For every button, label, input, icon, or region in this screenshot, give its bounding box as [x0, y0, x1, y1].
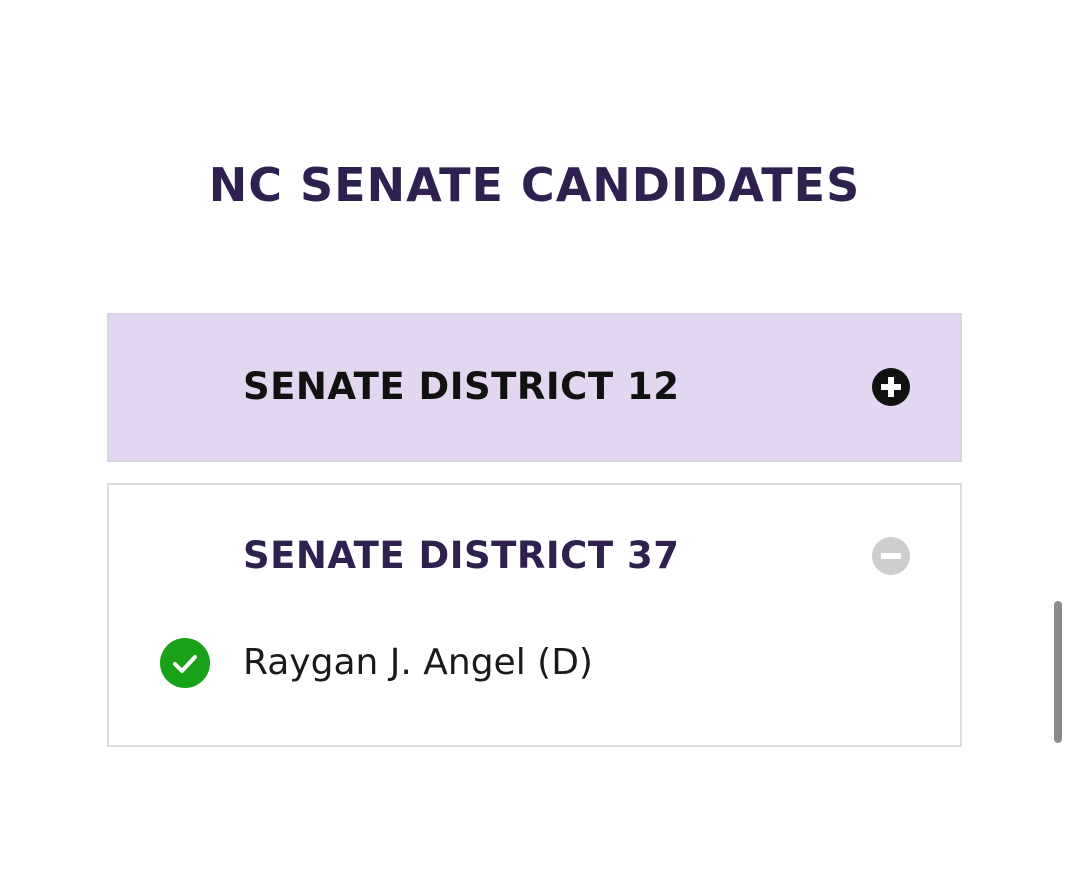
accordion-header-senate-district-37[interactable]: SENATE DISTRICT 37 — [109, 485, 960, 625]
accordion-item-senate-district-12: SENATE DISTRICT 12 — [107, 313, 962, 462]
accordion-header-senate-district-12[interactable]: SENATE DISTRICT 12 — [109, 315, 960, 461]
minus-circle-icon[interactable] — [871, 536, 911, 576]
check-circle-icon — [160, 638, 210, 688]
accordion-title: SENATE DISTRICT 12 — [243, 365, 680, 408]
page: NC SENATE CANDIDATES SENATE DISTRICT 12 … — [0, 0, 1069, 885]
candidate-row: Raygan J. Angel (D) — [159, 637, 859, 689]
accordion-item-senate-district-37: SENATE DISTRICT 37 Raygan J. Angel (D) — [107, 483, 962, 747]
plus-circle-icon[interactable] — [871, 367, 911, 407]
page-title: NC SENATE CANDIDATES — [208, 158, 861, 212]
scrollbar-thumb[interactable] — [1054, 601, 1062, 743]
accordion-title: SENATE DISTRICT 37 — [243, 534, 680, 577]
candidate-name: Raygan J. Angel (D) — [243, 642, 593, 683]
